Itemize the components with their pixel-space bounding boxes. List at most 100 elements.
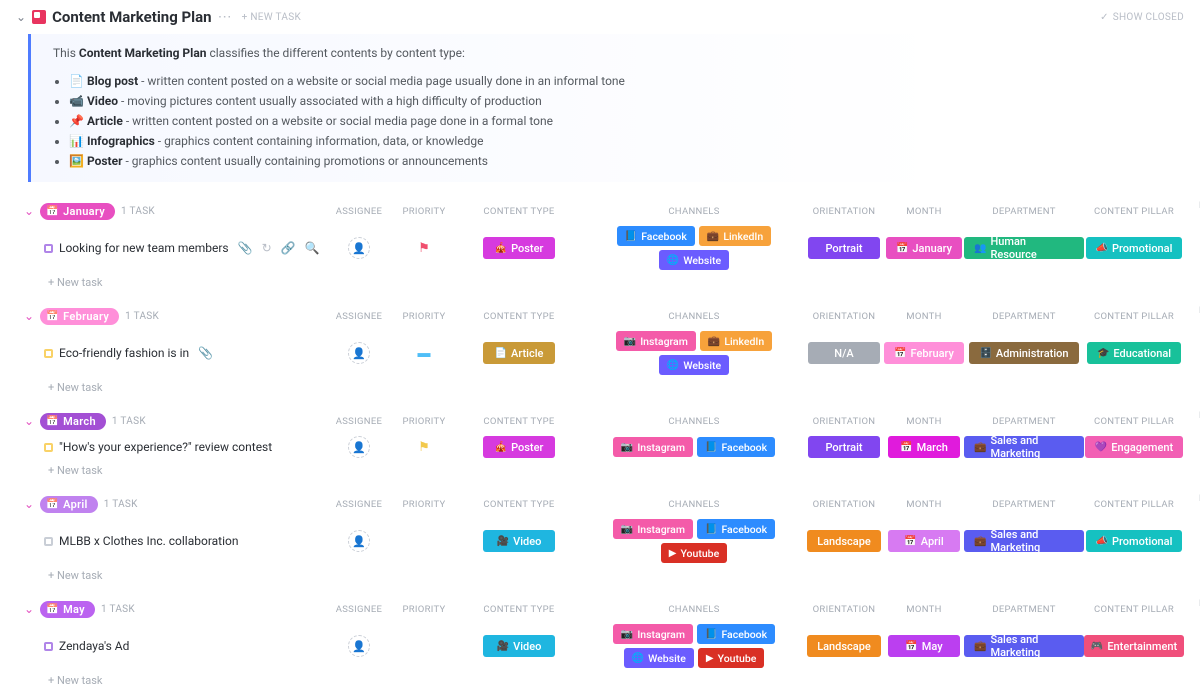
new-task-row[interactable]: + New task (0, 460, 1200, 487)
tag-pill[interactable]: N/A (808, 342, 880, 364)
tag-pill[interactable]: 📅May (888, 635, 960, 657)
tag-pill[interactable]: 🎓Educational (1087, 342, 1181, 364)
tag-pill[interactable]: ▶Youtube (698, 648, 764, 668)
new-task-button[interactable]: + NEW TASK (242, 12, 301, 23)
tag-pill[interactable]: 💼Sales and Marketing (964, 635, 1084, 657)
priority-flag-icon[interactable]: ⚑ (418, 241, 430, 256)
new-task-row[interactable]: + New task (0, 272, 1200, 299)
tag-pill[interactable]: 📅January (886, 237, 962, 259)
group-collapse-icon[interactable]: ⌄ (24, 498, 34, 510)
show-closed-toggle[interactable]: SHOW CLOSED (1100, 12, 1184, 23)
tag-pill[interactable]: 💜Engagement (1085, 436, 1183, 458)
tag-pill[interactable]: 🎮Entertainment (1084, 635, 1184, 657)
task-name-cell[interactable]: MLBB x Clothes Inc. collaboration (24, 534, 324, 548)
assignee-placeholder[interactable]: 👤 (348, 342, 370, 364)
group-month-chip[interactable]: March (40, 413, 106, 430)
task-name-cell[interactable]: Looking for new team members 📎↻🔗🔍 (24, 241, 324, 255)
priority-cell[interactable]: ▬ (394, 345, 454, 361)
new-task-row[interactable]: + New task (0, 377, 1200, 404)
group-collapse-icon[interactable]: ⌄ (24, 205, 34, 217)
pill-icon: 🎮 (1091, 641, 1103, 652)
tag-pill[interactable]: 📷Instagram (613, 624, 693, 644)
group-collapse-icon[interactable]: ⌄ (24, 603, 34, 615)
tag-pill[interactable]: 🌐Website (659, 355, 729, 375)
group-month-chip[interactable]: January (40, 203, 115, 220)
publishing-date[interactable]: 3/8/23 (1184, 441, 1200, 454)
group-collapse-icon[interactable]: ⌄ (24, 310, 34, 322)
tag-pill[interactable]: 📘Facebook (697, 519, 775, 539)
tag-pill[interactable]: 📣Promotional (1086, 530, 1183, 552)
new-task-row[interactable]: + New task (0, 565, 1200, 592)
assignee-placeholder[interactable]: 👤 (348, 530, 370, 552)
tag-pill[interactable]: 💼LinkedIn (699, 226, 771, 246)
new-task-row[interactable]: + New task (0, 670, 1200, 697)
task-meta-icon[interactable]: 📎 (238, 241, 253, 255)
tag-pill[interactable]: ▶Youtube (661, 543, 727, 563)
priority-flag-icon[interactable]: ▬ (418, 345, 431, 361)
publishing-date[interactable]: 5/16/23 (1184, 640, 1200, 653)
tag-pill[interactable]: 🌐Website (659, 250, 729, 270)
tag-pill[interactable]: 🗄️Administration (969, 342, 1078, 364)
tag-pill[interactable]: 📷Instagram (613, 437, 693, 457)
group-month-chip[interactable]: May (40, 601, 95, 618)
tag-pill[interactable]: 📘Facebook (697, 624, 775, 644)
group-month-chip[interactable]: February (40, 308, 119, 325)
task-meta-icon[interactable]: 🔍 (305, 241, 320, 255)
list-menu-icon[interactable]: ⋯ (218, 9, 232, 25)
tag-pill[interactable]: 📷Instagram (613, 519, 693, 539)
tag-pill[interactable]: 💼Sales and Marketing (964, 530, 1084, 552)
tag-pill[interactable]: 👥Human Resource (964, 237, 1084, 259)
collapse-icon[interactable]: ⌄ (16, 10, 26, 24)
tag-pill[interactable]: 📣Promotional (1086, 237, 1183, 259)
task-status-icon[interactable] (44, 349, 53, 358)
tag-pill[interactable]: 📅April (888, 530, 960, 552)
publishing-date[interactable]: 1/2/23 (1184, 242, 1200, 255)
publishing-date[interactable]: 4/12/23 (1184, 535, 1200, 548)
task-status-icon[interactable] (44, 642, 53, 651)
tag-pill[interactable]: 🎪Poster (483, 237, 555, 259)
tag-pill[interactable]: 📄Article (483, 342, 555, 364)
priority-flag-icon[interactable]: ⚑ (418, 440, 430, 455)
tag-pill[interactable]: Landscape (807, 530, 881, 552)
pill-icon: 💼 (707, 231, 719, 242)
task-status-icon[interactable] (44, 244, 53, 253)
tag-pill[interactable]: Portrait (808, 237, 880, 259)
tag-pill[interactable]: 🌐Website (624, 648, 694, 668)
group-collapse-icon[interactable]: ⌄ (24, 415, 34, 427)
task-meta-icon[interactable]: 🔗 (281, 241, 296, 255)
task-meta-icon[interactable]: ↻ (262, 241, 272, 255)
publishing-date[interactable]: 2/15/23 (1184, 347, 1200, 360)
task-meta-icon[interactable]: 📎 (198, 346, 213, 360)
priority-cell[interactable]: ⚑ (394, 440, 454, 455)
tag-pill[interactable]: 📅February (884, 342, 964, 364)
tag-pill[interactable]: 📘Facebook (697, 437, 775, 457)
tag-pill[interactable]: 🎥Video (483, 635, 555, 657)
tag-pill[interactable]: 📘Facebook (617, 226, 695, 246)
pill-icon: 🌐 (632, 653, 644, 664)
pill-icon: 📘 (625, 231, 637, 242)
col-publishing-date: PUBLISHING DATE (1184, 305, 1200, 327)
col-priority: PRIORITY (394, 206, 454, 217)
task-name: Zendaya's Ad (59, 639, 129, 653)
pill-icon: 📄 (495, 348, 507, 359)
assignee-placeholder[interactable]: 👤 (348, 635, 370, 657)
tag-pill[interactable]: 💼Sales and Marketing (964, 436, 1084, 458)
tag-pill[interactable]: 🎥Video (483, 530, 555, 552)
tag-pill[interactable]: 📅March (888, 436, 960, 458)
assignee-placeholder[interactable]: 👤 (348, 237, 370, 259)
tag-pill[interactable]: Portrait (808, 436, 880, 458)
tag-pill[interactable]: 💼LinkedIn (700, 331, 772, 351)
assignee-placeholder[interactable]: 👤 (348, 436, 370, 458)
task-status-icon[interactable] (44, 537, 53, 546)
tag-pill[interactable]: 📷Instagram (616, 331, 696, 351)
tag-pill[interactable]: 🎪Poster (483, 436, 555, 458)
col-assignee: ASSIGNEE (324, 499, 394, 510)
priority-cell[interactable]: ⚑ (394, 241, 454, 256)
group-month-chip[interactable]: April (40, 496, 97, 513)
task-status-icon[interactable] (44, 443, 53, 452)
task-name-cell[interactable]: Eco-friendly fashion is in 📎 (24, 346, 324, 360)
task-name-cell[interactable]: Zendaya's Ad (24, 639, 324, 653)
tag-pill[interactable]: Landscape (807, 635, 881, 657)
group-task-count: 1 TASK (104, 499, 138, 510)
task-name-cell[interactable]: "How's your experience?" review contest (24, 440, 324, 454)
